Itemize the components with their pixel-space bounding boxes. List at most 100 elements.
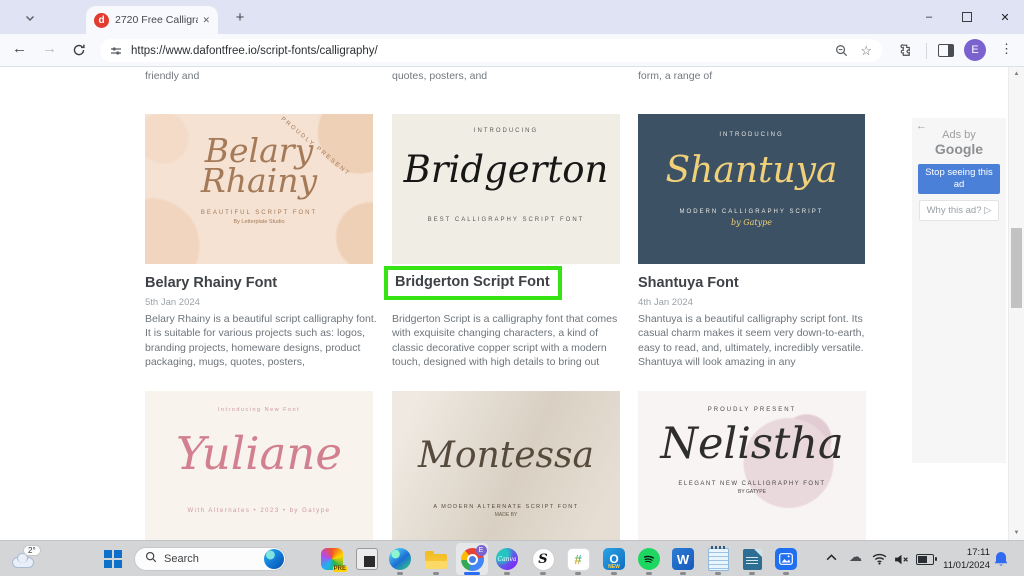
browser-menu-icon[interactable]: ⋮	[1000, 41, 1013, 57]
font-date: 5th Jan 2024	[145, 297, 200, 308]
new-tab-button[interactable]: +	[230, 7, 250, 27]
taskbar-s-app-icon[interactable]: S	[531, 547, 555, 571]
taskbar-chrome-icon[interactable]: E	[460, 547, 484, 571]
tab-close-icon[interactable]: ✕	[202, 15, 210, 26]
taskbar-photos-icon[interactable]	[774, 547, 798, 571]
taskbar-copilot-icon[interactable]: PRE	[320, 547, 344, 571]
taskbar-clock[interactable]: 17:11 11/01/2024	[938, 547, 990, 573]
running-indicator	[611, 572, 617, 575]
site-info-icon[interactable]	[110, 45, 122, 57]
onedrive-cloud-icon[interactable]: ☁	[849, 549, 862, 565]
weather-widget[interactable]: 2°	[10, 545, 50, 573]
window-minimize-button[interactable]: –	[910, 0, 948, 34]
font-title-link[interactable]: Shantuya Font	[638, 275, 739, 291]
taskbar-spotify-icon[interactable]	[637, 547, 661, 571]
notepad-icon	[708, 548, 729, 571]
restore-icon	[962, 12, 972, 22]
font-description: Shantuya is a beautiful calligraphy scri…	[638, 312, 870, 370]
url-text[interactable]: https://www.dafontfree.io/script-fonts/c…	[131, 45, 835, 57]
why-this-ad-button[interactable]: Why this ad? ▷	[919, 200, 999, 221]
adchoices-icon: ▷	[984, 205, 991, 216]
ad-back-icon[interactable]: ←	[916, 120, 927, 132]
snipping-tool-icon	[356, 548, 378, 570]
preview-badge: PRE	[333, 566, 347, 572]
running-indicator	[715, 572, 721, 575]
toolbar-divider	[926, 43, 927, 59]
font-preview-nelistha[interactable]: PROUDLY PRESENT Nelistha ELEGANT NEW CAL…	[638, 391, 866, 540]
partial-text: quotes, posters, and	[392, 70, 487, 82]
preview-bottom-text: BEAUTIFUL SCRIPT FONT	[201, 210, 317, 216]
tab-search-button[interactable]	[20, 8, 40, 28]
address-bar[interactable]: https://www.dafontfree.io/script-fonts/c…	[100, 39, 882, 62]
bookmark-star-icon[interactable]: ☆	[860, 44, 872, 57]
refresh-button[interactable]	[72, 43, 86, 61]
taskbar-canva-icon[interactable]: Canva	[495, 547, 519, 571]
preview-top-text: INTRODUCING	[474, 128, 538, 134]
window-controls: – ✕	[910, 0, 1024, 34]
taskbar-snipping-icon[interactable]	[355, 547, 379, 571]
font-description: Bridgerton Script is a calligraphy font …	[392, 312, 624, 370]
taskbar-outlook-icon[interactable]: ONEW	[602, 547, 626, 571]
side-panel-icon[interactable]	[938, 44, 954, 57]
window-close-button[interactable]: ✕	[986, 0, 1024, 34]
page-scrollbar[interactable]: ▲ ▼	[1008, 67, 1024, 540]
window-restore-button[interactable]	[948, 0, 986, 34]
s-app-icon: S	[532, 548, 555, 571]
running-indicator	[646, 572, 652, 575]
chrome-active-indicator	[464, 572, 480, 575]
running-indicator	[504, 572, 510, 575]
taskbar-writer-icon[interactable]	[740, 547, 764, 571]
battery-icon[interactable]	[916, 554, 934, 565]
search-placeholder: Search	[164, 553, 199, 565]
partial-text: form, a range of	[638, 70, 712, 82]
wifi-icon[interactable]	[872, 553, 887, 565]
forward-button[interactable]: →	[42, 40, 57, 57]
preview-bottom-text: With Alternates • 2023 • by Gatype	[188, 508, 331, 514]
font-title-link[interactable]: Belary Rhainy Font	[145, 275, 277, 291]
highlight-box[interactable]: Bridgerton Script Font	[384, 266, 562, 300]
scroll-down-arrow[interactable]: ▼	[1009, 526, 1024, 540]
font-preview-bridgerton[interactable]: INTRODUCING Bridgerton BEST CALLIGRAPHY …	[392, 114, 620, 264]
bing-search-icon	[264, 549, 284, 569]
font-preview-belary-rhainy[interactable]: PROUDLY PRESENT Belary Rhainy BEAUTIFUL …	[145, 114, 373, 264]
word-icon: W	[672, 548, 694, 570]
windows-taskbar: 2° Search PRE E Canva S # ONEW W	[0, 540, 1024, 576]
scroll-up-arrow[interactable]: ▲	[1009, 67, 1024, 81]
notifications-bell-icon[interactable]	[994, 551, 1008, 567]
why-this-ad-label: Why this ad?	[927, 205, 982, 216]
font-title-link[interactable]: Bridgerton Script Font	[395, 274, 550, 290]
taskbar-word-icon[interactable]: W	[671, 547, 695, 571]
font-preview-shantuya[interactable]: INTRODUCING Shantuya MODERN CALLIGRAPHY …	[638, 114, 865, 264]
browser-tab[interactable]: d 2720 Free Calligraphy Fonts - D ✕	[86, 6, 218, 34]
taskbar-search-box[interactable]: Search	[134, 547, 286, 571]
font-preview-montessa[interactable]: Montessa A MODERN ALTERNATE SCRIPT FONT …	[392, 391, 620, 540]
taskbar-explorer-icon[interactable]	[424, 547, 448, 571]
taskbar-edge-icon[interactable]	[388, 547, 412, 571]
site-favicon: d	[94, 13, 109, 28]
taskbar-notepad-icon[interactable]	[706, 547, 730, 571]
partial-text: friendly and	[145, 70, 199, 82]
preview-main-text: Yuliane	[176, 427, 342, 480]
taskbar-slack-icon[interactable]: #	[566, 547, 590, 571]
stop-seeing-ad-button[interactable]: Stop seeing this ad	[918, 164, 1000, 194]
preview-sub-text: By Letterplate Studio	[233, 219, 284, 225]
preview-main-text: Montessa	[418, 435, 594, 476]
volume-muted-icon[interactable]	[894, 554, 909, 565]
start-button[interactable]	[104, 550, 122, 568]
font-preview-yuliane[interactable]: Introducing New Font Yuliane With Altern…	[145, 391, 373, 540]
preview-main-text: Nelistha	[660, 419, 843, 469]
outlook-icon: ONEW	[603, 548, 625, 570]
preview-main-text: Rhainy	[201, 166, 317, 196]
clock-date: 11/01/2024	[938, 560, 990, 573]
back-button[interactable]: ←	[12, 40, 27, 57]
extensions-icon[interactable]	[898, 43, 912, 62]
scrollbar-thumb[interactable]	[1011, 228, 1022, 308]
chevron-down-icon	[25, 9, 35, 27]
preview-top-text: INTRODUCING	[719, 132, 783, 138]
zoom-icon[interactable]	[835, 44, 848, 57]
tray-show-hidden-icons[interactable]	[826, 554, 837, 561]
preview-main-text: Shantuya	[666, 150, 838, 191]
preview-bottom-text: MODERN CALLIGRAPHY SCRIPT	[680, 209, 824, 215]
running-indicator	[575, 572, 581, 575]
profile-avatar[interactable]: E	[964, 39, 986, 61]
